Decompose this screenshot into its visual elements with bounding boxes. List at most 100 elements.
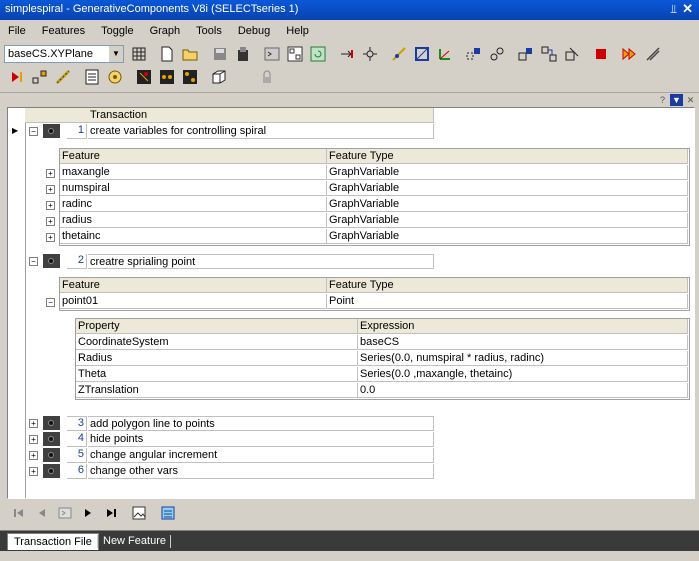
- refresh-icon[interactable]: [308, 44, 328, 64]
- grid-icon[interactable]: [129, 44, 149, 64]
- play-forward-icon[interactable]: [620, 44, 640, 64]
- chevron-down-icon[interactable]: ▼: [109, 46, 123, 62]
- stop-icon[interactable]: [591, 44, 611, 64]
- feature-name[interactable]: thetainc: [60, 229, 327, 244]
- sheet-icon[interactable]: [160, 505, 176, 521]
- expand-icon[interactable]: +: [46, 217, 55, 226]
- lock-icon[interactable]: [257, 67, 277, 87]
- point-tool-icon[interactable]: [389, 44, 409, 64]
- snap-icon[interactable]: [360, 44, 380, 64]
- feature-name[interactable]: numspiral: [60, 181, 327, 196]
- transaction-label[interactable]: add polygon line to points: [88, 416, 434, 431]
- graph-icon[interactable]: [539, 44, 559, 64]
- feature-name[interactable]: radinc: [60, 197, 327, 212]
- transaction-number: 1: [67, 124, 87, 139]
- feature-type: GraphVariable: [327, 181, 688, 196]
- menu-file[interactable]: File: [0, 22, 34, 42]
- menu-help[interactable]: Help: [278, 22, 317, 42]
- record-icon[interactable]: [7, 67, 27, 87]
- transaction-number: 6: [67, 464, 87, 479]
- new-file-icon[interactable]: [157, 44, 177, 64]
- image-icon[interactable]: [131, 505, 147, 521]
- transaction-label[interactable]: create variables for controlling spiral: [88, 124, 434, 139]
- feature-name[interactable]: maxangle: [60, 165, 327, 180]
- transaction-label[interactable]: change angular increment: [88, 448, 434, 463]
- step-into-icon[interactable]: [337, 44, 357, 64]
- property-expression[interactable]: baseCS: [358, 335, 688, 350]
- property-col-header: Property: [76, 319, 358, 334]
- plane-select[interactable]: baseCS.XYPlane ▼: [4, 45, 124, 63]
- line-tool-icon[interactable]: [643, 44, 663, 64]
- expand-icon[interactable]: +: [46, 233, 55, 242]
- feature-name[interactable]: radius: [60, 213, 327, 228]
- pin-icon[interactable]: ⫫: [670, 2, 677, 17]
- menu-graph[interactable]: Graph: [142, 22, 189, 42]
- link-icon[interactable]: [562, 44, 582, 64]
- property-name: ZTranslation: [76, 383, 358, 398]
- tab-transaction-file[interactable]: Transaction File: [7, 533, 99, 550]
- box-icon[interactable]: [209, 67, 229, 87]
- transaction-state-icon[interactable]: [43, 432, 60, 446]
- close-icon[interactable]: ✕: [682, 1, 693, 17]
- transaction-state-icon[interactable]: [43, 254, 60, 268]
- transaction-grid: ▶ Transaction − 1 create variables for c…: [7, 107, 695, 499]
- feature-name[interactable]: point01: [60, 294, 327, 309]
- calculator-icon[interactable]: [82, 67, 102, 87]
- property-expression[interactable]: Series(0.0, numspiral * radius, radinc): [358, 351, 688, 366]
- expand-icon[interactable]: +: [46, 169, 55, 178]
- property-expression[interactable]: Series(0.0 ,maxangle, thetainc): [358, 367, 688, 382]
- expand-icon[interactable]: +: [29, 419, 38, 428]
- collapse-icon[interactable]: −: [29, 127, 38, 136]
- save-icon[interactable]: [210, 44, 230, 64]
- expand-icon[interactable]: +: [46, 201, 55, 210]
- dropdown-icon[interactable]: ▼: [670, 94, 683, 106]
- transaction-state-icon[interactable]: [43, 124, 60, 138]
- move-tool-icon[interactable]: [487, 44, 507, 64]
- expand-icon[interactable]: +: [29, 467, 38, 476]
- transaction-number: 5: [67, 448, 87, 463]
- help-icon[interactable]: ?: [656, 94, 669, 106]
- transaction-header-spacer: [25, 108, 88, 123]
- expand-icon[interactable]: +: [46, 185, 55, 194]
- axes-tool-icon[interactable]: [435, 44, 455, 64]
- menu-toggle[interactable]: Toggle: [93, 22, 141, 42]
- property-expression[interactable]: 0.0: [358, 383, 688, 398]
- expand-icon[interactable]: +: [29, 435, 38, 444]
- transaction-state-icon[interactable]: [43, 448, 60, 462]
- menu-features[interactable]: Features: [34, 22, 93, 42]
- transaction-state-icon[interactable]: [43, 464, 60, 478]
- transaction-label[interactable]: creatre sprialing point: [88, 254, 434, 269]
- node-graph-icon[interactable]: [30, 67, 50, 87]
- nodes-icon[interactable]: [157, 67, 177, 87]
- expand-icon[interactable]: +: [29, 451, 38, 460]
- vector-tool-icon[interactable]: [412, 44, 432, 64]
- close-icon[interactable]: ✕: [684, 94, 697, 106]
- property-name: Radius: [76, 351, 358, 366]
- prev-icon[interactable]: [34, 505, 50, 521]
- layout-icon[interactable]: [285, 44, 305, 64]
- menu-debug[interactable]: Debug: [230, 22, 278, 42]
- transaction-state-icon[interactable]: [43, 416, 60, 430]
- transaction-label[interactable]: hide points: [88, 432, 434, 447]
- collapse-icon[interactable]: −: [29, 257, 38, 266]
- copy-tool-icon[interactable]: [464, 44, 484, 64]
- first-icon[interactable]: [11, 505, 27, 521]
- tab-new-feature[interactable]: New Feature: [97, 533, 172, 550]
- transaction-label[interactable]: change other vars: [88, 464, 434, 479]
- save-all-icon[interactable]: [233, 44, 253, 64]
- next-icon[interactable]: [80, 505, 96, 521]
- target-icon[interactable]: [105, 67, 125, 87]
- plane-select-value: baseCS.XYPlane: [8, 48, 93, 60]
- feature-type: GraphVariable: [327, 165, 688, 180]
- measure-icon[interactable]: [53, 67, 73, 87]
- open-folder-icon[interactable]: [180, 44, 200, 64]
- collapse-icon[interactable]: −: [46, 298, 55, 307]
- script-icon-2[interactable]: [134, 67, 154, 87]
- nodes-icon-2[interactable]: [180, 67, 200, 87]
- menu-tools[interactable]: Tools: [188, 22, 230, 42]
- script-icon[interactable]: [262, 44, 282, 64]
- last-icon[interactable]: [103, 505, 119, 521]
- step-icon[interactable]: [57, 505, 73, 521]
- feature-type-col-header: Feature Type: [327, 149, 688, 164]
- arrange-icon[interactable]: [516, 44, 536, 64]
